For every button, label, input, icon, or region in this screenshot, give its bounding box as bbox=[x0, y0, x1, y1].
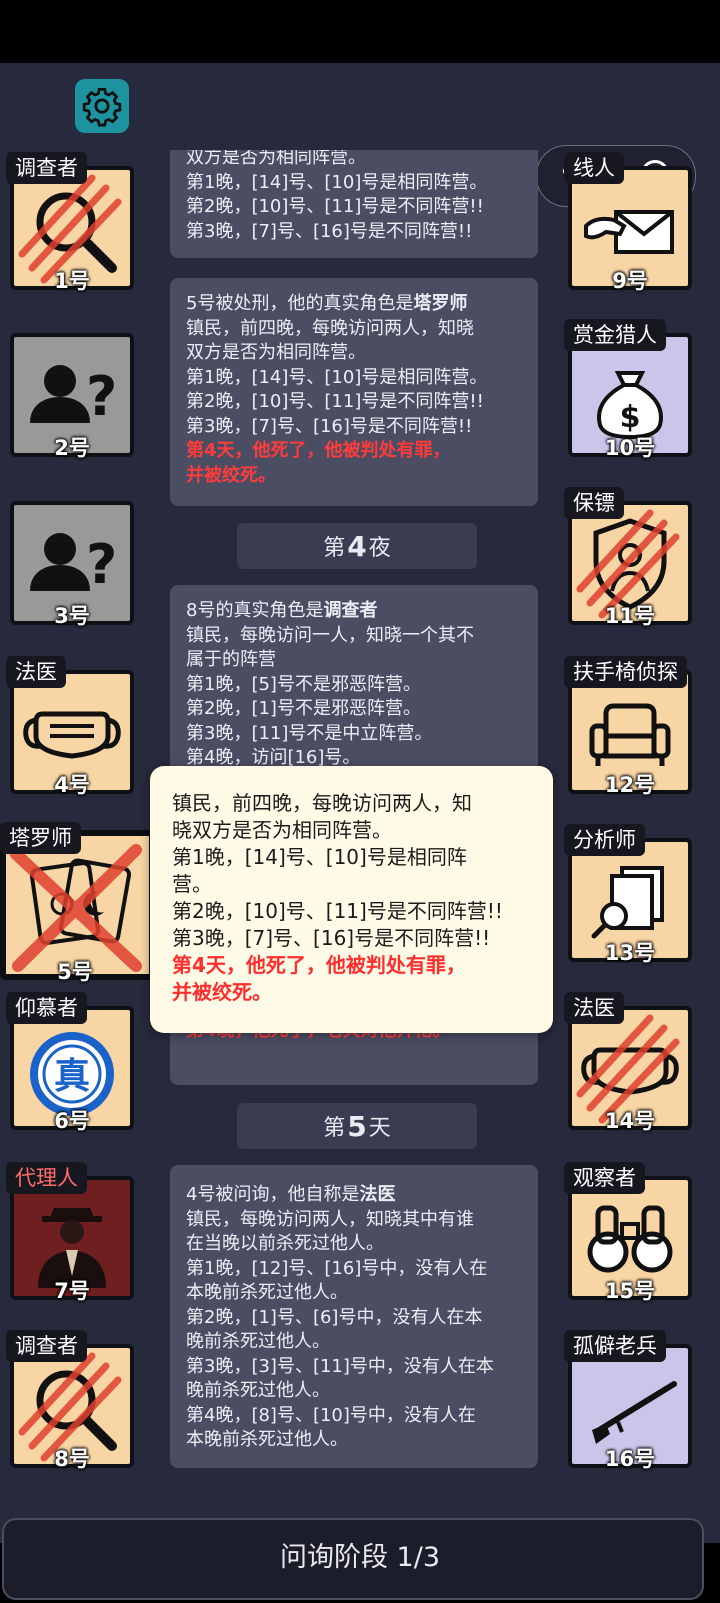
player-8[interactable]: 调查者 8号 bbox=[6, 1330, 138, 1471]
player-number: 16号 bbox=[604, 1447, 656, 1471]
role-tag: 法医 bbox=[6, 656, 66, 688]
player-number: 13号 bbox=[604, 941, 656, 965]
role-tag: 分析师 bbox=[564, 824, 645, 856]
log-line: 属于的阵营 bbox=[186, 649, 276, 670]
log-line: 本晚前杀死过他人。 bbox=[186, 1282, 348, 1303]
role-tag: 代理人 bbox=[6, 1162, 87, 1194]
log-line: 第1晚，[14]号、[10]号是相同阵营。 bbox=[186, 366, 488, 388]
log-line: 第2晚，[10]号、[11]号是不同阵营!! bbox=[186, 391, 484, 412]
player-7[interactable]: 代理人 7号 bbox=[6, 1162, 138, 1303]
log-line: 第2晚，[1]号、[6]号中，没有人在本 bbox=[186, 1306, 483, 1328]
log-line: 双方是否为相同阵营。 bbox=[186, 342, 366, 363]
log-line: 本晚前杀死过他人。 bbox=[186, 1429, 348, 1450]
svg-text:真: 真 bbox=[54, 1056, 90, 1097]
player-11[interactable]: 保镖 11号 bbox=[564, 487, 696, 628]
player-9[interactable]: 线人 9号 bbox=[564, 152, 696, 293]
player-number: 3号 bbox=[54, 604, 90, 628]
log-line: 8号的真实角色是调查者 bbox=[186, 600, 378, 621]
role-tag: 调查者 bbox=[6, 1330, 87, 1362]
role-tag: 法医 bbox=[564, 992, 624, 1024]
night-4-header: 第4夜 bbox=[237, 523, 477, 569]
popup-line: 晓双方是否为相同阵营。 bbox=[172, 818, 392, 842]
player-number: 5号 bbox=[57, 960, 93, 984]
status-bar bbox=[0, 0, 720, 63]
player-number: 11号 bbox=[604, 604, 656, 628]
day-5-header: 第5天 bbox=[237, 1103, 477, 1149]
log-line: 在当晚以前杀死过他人。 bbox=[186, 1233, 384, 1254]
player-5[interactable]: 塔罗师 5号 bbox=[0, 822, 155, 984]
role-detail-popup: 镇民，前四晚，每晚访问两人，知 晓双方是否为相同阵营。 第1晚，[14]号、[1… bbox=[150, 766, 553, 1033]
role-tag: 仰慕者 bbox=[6, 992, 87, 1024]
role-tag: 观察者 bbox=[564, 1162, 645, 1194]
role-tag: 线人 bbox=[564, 152, 624, 184]
player-12[interactable]: 扶手椅侦探 12号 bbox=[564, 656, 696, 797]
popup-death-line: 并被绞死。 bbox=[172, 980, 272, 1004]
role-tag: 孤僻老兵 bbox=[564, 1330, 666, 1362]
player-number: 10号 bbox=[604, 436, 656, 460]
log-line: 双方是否为相同阵营。 bbox=[186, 150, 366, 168]
player-number: 12号 bbox=[604, 773, 656, 797]
log-death-line: 第4天，他死了，他被判处有罪， bbox=[186, 440, 451, 461]
player-10[interactable]: 赏金猎人 $ 10号 bbox=[564, 319, 696, 460]
player-number: 14号 bbox=[604, 1109, 656, 1133]
log-line: 第3晚，[3]号、[11]号中，没有人在本 bbox=[186, 1355, 494, 1377]
svg-text:?: ? bbox=[86, 365, 117, 428]
log-card: 双方是否为相同阵营。 第1晚，[14]号、[10]号是相同阵营。 第2晚，[10… bbox=[170, 150, 538, 258]
popup-line: 第3晚，[7]号、[16]号是不同阵营!! bbox=[172, 926, 491, 950]
role-tag: 扶手椅侦探 bbox=[564, 656, 687, 688]
svg-text:$: $ bbox=[620, 400, 641, 435]
role-tag: 塔罗师 bbox=[0, 822, 81, 854]
log-line: 第3晚，[7]号、[16]号是不同阵营!! bbox=[186, 220, 473, 242]
popup-death-line: 第4天，他死了，他被判处有罪， bbox=[172, 953, 466, 977]
popup-line: 镇民，前四晚，每晚访问两人，知 bbox=[172, 791, 472, 815]
tarot-cards-icon bbox=[10, 844, 142, 972]
player-number: 8号 bbox=[54, 1447, 90, 1471]
gear-icon bbox=[82, 87, 122, 127]
player-number: 4号 bbox=[54, 773, 90, 797]
role-tag: 保镖 bbox=[564, 487, 624, 519]
svg-text:?: ? bbox=[86, 533, 117, 596]
log-line: 第1晚，[5]号不是邪恶阵营。 bbox=[186, 673, 421, 695]
log-line: 第4晚，[8]号、[10]号中，没有人在 bbox=[186, 1404, 476, 1426]
settings-button[interactable] bbox=[75, 79, 129, 133]
player-16[interactable]: 孤僻老兵 16号 bbox=[564, 1330, 696, 1471]
player-number: 7号 bbox=[54, 1279, 90, 1303]
player-13[interactable]: 分析师 13号 bbox=[564, 824, 696, 965]
player-number: 9号 bbox=[612, 269, 648, 293]
log-line: 第3晚，[11]号不是中立阵营。 bbox=[186, 722, 433, 744]
player-number: 2号 bbox=[54, 436, 90, 460]
log-line: 晚前杀死过他人。 bbox=[186, 1380, 330, 1401]
log-line: 第2晚，[10]号、[11]号是不同阵营!! bbox=[186, 196, 484, 217]
player-6[interactable]: 仰慕者 真 6号 bbox=[6, 992, 138, 1133]
log-line: 4号被问询，他自称是法医 bbox=[186, 1184, 396, 1205]
footer: 问询阶段 1/3 bbox=[0, 1518, 720, 1603]
phase-label: 问询阶段 1/3 bbox=[279, 1542, 441, 1573]
log-line: 第3晚，[7]号、[16]号是不同阵营!! bbox=[186, 415, 473, 437]
log-line: 镇民，每晚访问两人，知晓其中有谁 bbox=[186, 1208, 474, 1230]
player-2[interactable]: ? 2号 bbox=[6, 327, 138, 460]
log-death-line: 并被绞死。 bbox=[186, 464, 276, 486]
player-4[interactable]: 法医 4号 bbox=[6, 656, 138, 797]
role-tag: 调查者 bbox=[6, 152, 87, 184]
log-line: 第1晚，[12]号、[16]号中，没有人在 bbox=[186, 1257, 488, 1279]
popup-line: 第1晚，[14]号、[10]号是相同阵 bbox=[172, 845, 467, 869]
log-line: 镇民，每晚访问一人，知晓一个其不 bbox=[186, 624, 474, 646]
log-line: 镇民，前四晚，每晚访问两人，知晓 bbox=[186, 317, 474, 339]
player-3[interactable]: ? 3号 bbox=[6, 495, 138, 628]
log-line: 第2晚，[1]号不是邪恶阵营。 bbox=[186, 698, 421, 719]
player-number: 6号 bbox=[54, 1109, 90, 1133]
player-number: 15号 bbox=[604, 1279, 656, 1303]
log-card: 5号被处刑，他的真实角色是塔罗师 镇民，前四晚，每晚访问两人，知晓 双方是否为相… bbox=[170, 278, 538, 506]
player-14[interactable]: 法医 14号 bbox=[564, 992, 696, 1133]
popup-line: 第2晚，[10]号、[11]号是不同阵营!! bbox=[172, 899, 503, 923]
player-1[interactable]: 调查者 1号 bbox=[6, 152, 138, 293]
log-line: 第1晚，[14]号、[10]号是相同阵营。 bbox=[186, 171, 488, 193]
log-card: 4号被问询，他自称是法医 镇民，每晚访问两人，知晓其中有谁 在当晚以前杀死过他人… bbox=[170, 1165, 538, 1468]
popup-line: 营。 bbox=[172, 872, 212, 896]
player-15[interactable]: 观察者 15号 bbox=[564, 1162, 696, 1303]
player-number: 1号 bbox=[54, 269, 90, 293]
role-tag: 赏金猎人 bbox=[564, 319, 666, 351]
log-line: 5号被处刑，他的真实角色是塔罗师 bbox=[186, 293, 468, 314]
log-line: 晚前杀死过他人。 bbox=[186, 1331, 330, 1352]
